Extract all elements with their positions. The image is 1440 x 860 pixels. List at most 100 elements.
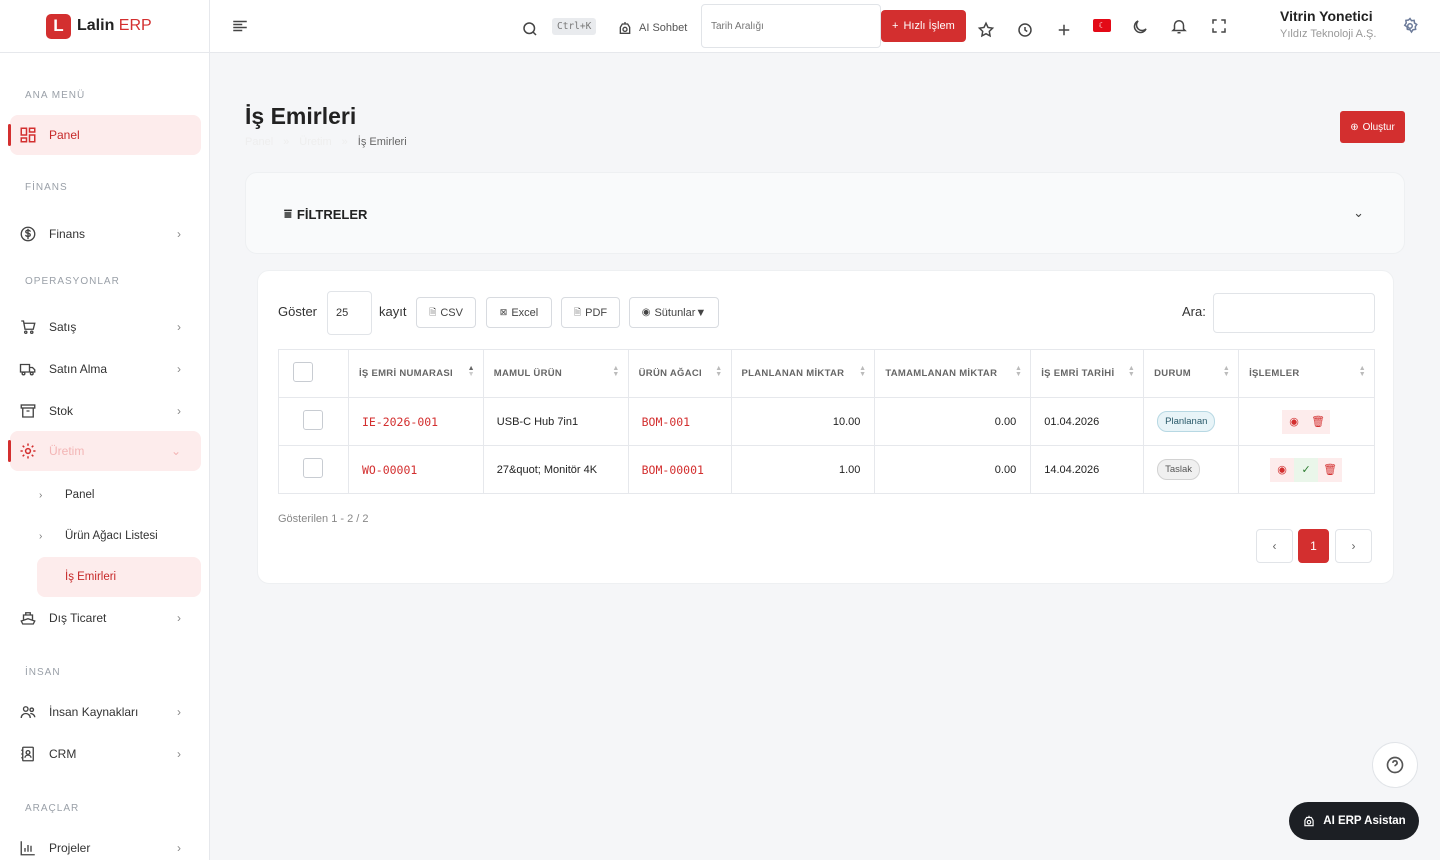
row-select-cell [278,445,349,494]
history-icon[interactable] [1015,20,1035,40]
view-eye-icon[interactable]: ◉ [1282,409,1307,434]
sidebar-item-insan-kaynaklari[interactable]: İnsan Kaynakları › [10,692,201,732]
chevron-right-icon: › [177,227,181,241]
truck-icon [18,359,38,379]
export-excel-button[interactable]: ⊠ Excel [486,297,552,328]
search-icon[interactable] [520,19,540,39]
view-eye-icon[interactable]: ◉ [1270,457,1295,482]
sidebar-item-label: İnsan Kaynakları [49,705,139,719]
page-button-current[interactable]: 1 [1298,529,1329,563]
sidebar-item-label: Üretim [49,444,85,458]
sidebar-item-satin-alma[interactable]: Satın Alma › [10,349,201,389]
add-icon[interactable] [1054,20,1074,40]
column-header[interactable]: İŞLEMLER ▲ ▼ [1238,349,1375,398]
section-people: İNSAN [25,667,61,678]
actions-cell: ◉ 🗑 [1238,397,1375,446]
column-header[interactable]: İŞ EMRİ TARİHİ ▲ ▼ [1030,349,1145,398]
sidebar-item-dis-ticaret[interactable]: Dış Ticaret › [10,598,201,638]
active-indicator [8,124,11,146]
table-search-input[interactable] [1213,293,1375,333]
breadcrumb-current: İş Emirleri [357,136,407,148]
dark-mode-icon[interactable] [1130,17,1150,37]
project-chart-icon [18,838,38,858]
users-icon [18,702,38,722]
section-main: ANA MENÜ [25,90,86,101]
logo-mark: L [46,13,71,39]
chevron-down-icon[interactable]: ⌄ [1353,205,1364,221]
sidebar: L Lalin ERP ANA MENÜ Panel FİNANS Finans… [0,0,210,860]
column-header[interactable]: ÜRÜN AĞACI ▲ ▼ [627,349,732,398]
table-row[interactable]: WO-00001 27&quot; Monitör 4K BOM-00001 1… [278,445,1375,494]
row-checkbox[interactable] [303,410,323,430]
file-icon: 🗎 [429,306,437,317]
section-operations: OPERASYONLAR [25,276,120,287]
prev-page-button[interactable]: ‹ [1256,529,1293,563]
sidebar-item-finans[interactable]: Finans › [10,214,201,254]
select-all-cell [278,349,349,398]
sub-item-panel[interactable]: › Panel [37,475,201,515]
status-cell: Planlanan [1143,397,1240,446]
sub-item-bom-list[interactable]: › Ürün Ağacı Listesi [37,516,201,556]
columns-button[interactable]: ◉ Sütunlar▼ [629,297,719,328]
filter-panel[interactable]: ⩸ FİLTRELER ⌄ [245,172,1405,254]
column-header[interactable]: MAMUL ÜRÜN ▲ ▼ [482,349,629,398]
sidebar-item-uretim[interactable]: Üretim ⌄ [8,431,201,471]
table-row[interactable]: IE-2026-001 USB-C Hub 7in1 BOM-001 10.00… [278,397,1375,446]
quick-action-button[interactable]: + Hızlı İşlem [881,10,966,42]
ai-chat-button[interactable]: AI Sohbet [617,18,687,38]
table-header-row: İŞ EMRİ NUMARASI ▲ ▼ MAMUL ÜRÜN ▲ ▼ ÜRÜN AĞA… [278,349,1375,398]
select-all-checkbox[interactable] [293,362,313,382]
column-header[interactable]: DURUM ▲ ▼ [1143,349,1240,398]
delete-trash-icon[interactable]: 🗑 [1318,457,1343,482]
sidebar-item-panel[interactable]: Panel [8,115,201,155]
create-button[interactable]: ⊕ Oluştur [1340,111,1405,143]
question-circle-icon [1386,756,1404,774]
sidebar-item-label: Projeler [49,841,91,855]
column-header[interactable]: PLANLANAN MİKTAR ▲ ▼ [730,349,876,398]
star-icon[interactable] [976,20,996,40]
sidebar-item-label: Stok [49,404,74,418]
planned-qty: 10.00 [730,397,876,446]
user-name[interactable]: Vitrin Yonetici [1280,8,1373,24]
sidebar-item-crm[interactable]: CRM › [10,734,201,774]
chevron-right-icon: › [1351,539,1356,553]
column-header[interactable]: İŞ EMRİ NUMARASI ▲ ▼ [347,349,484,398]
bom-cell[interactable]: BOM-001 [627,397,732,446]
page-size-input[interactable] [327,291,372,335]
chevron-right-icon: › [177,841,181,855]
chevron-left-icon: ‹ [1272,539,1277,553]
actions-cell: ◉ ✓ 🗑 [1238,445,1375,494]
column-header[interactable]: TAMAMLANAN MİKTAR ▲ ▼ [874,349,1032,398]
sidebar-item-stok[interactable]: Stok › [10,391,201,431]
help-button[interactable] [1372,742,1418,788]
fullscreen-icon[interactable] [1209,16,1229,36]
user-company: Yıldız Teknoloji A.Ş. [1280,28,1377,40]
menu-toggle-icon[interactable] [230,16,250,36]
sidebar-item-label: Satın Alma [49,362,108,376]
settings-gear-icon[interactable] [1400,16,1420,36]
breadcrumb-uretim[interactable]: Üretim [299,136,331,148]
bell-icon[interactable] [1169,16,1189,36]
next-page-button[interactable]: › [1335,529,1372,563]
sidebar-item-satis[interactable]: Satış › [10,307,201,347]
approve-check-icon[interactable]: ✓ [1294,457,1319,482]
ai-assistant-button[interactable]: AI ERP Asistan [1289,802,1419,840]
show-label: Göster [278,304,318,319]
turkish-flag-icon[interactable]: ☾ [1093,19,1111,32]
product-cell: 27&quot; Monitör 4K [482,445,629,494]
work-orders-card: Göster kayıt 🗎CSV ⊠Excel 🗎PDF ◉Sütunlar▼… [257,270,1394,584]
brand-logo[interactable]: L Lalin ERP [0,0,209,53]
work-order-number[interactable]: IE-2026-001 [347,397,484,446]
sidebar-item-label: Satış [49,320,77,334]
delete-trash-icon[interactable]: 🗑 [1306,409,1331,434]
breadcrumb-panel[interactable]: Panel [245,136,273,148]
date-range-input[interactable] [701,4,881,48]
export-csv-button[interactable]: 🗎 CSV [416,297,476,328]
export-pdf-button[interactable]: 🗎 PDF [561,297,620,328]
bom-cell[interactable]: BOM-00001 [627,445,732,494]
row-checkbox[interactable] [303,458,323,478]
sidebar-item-projeler[interactable]: Projeler › [10,828,201,860]
gear-icon [18,441,38,461]
work-order-number[interactable]: WO-00001 [347,445,484,494]
sub-item-work-orders[interactable]: İş Emirleri [37,557,201,597]
